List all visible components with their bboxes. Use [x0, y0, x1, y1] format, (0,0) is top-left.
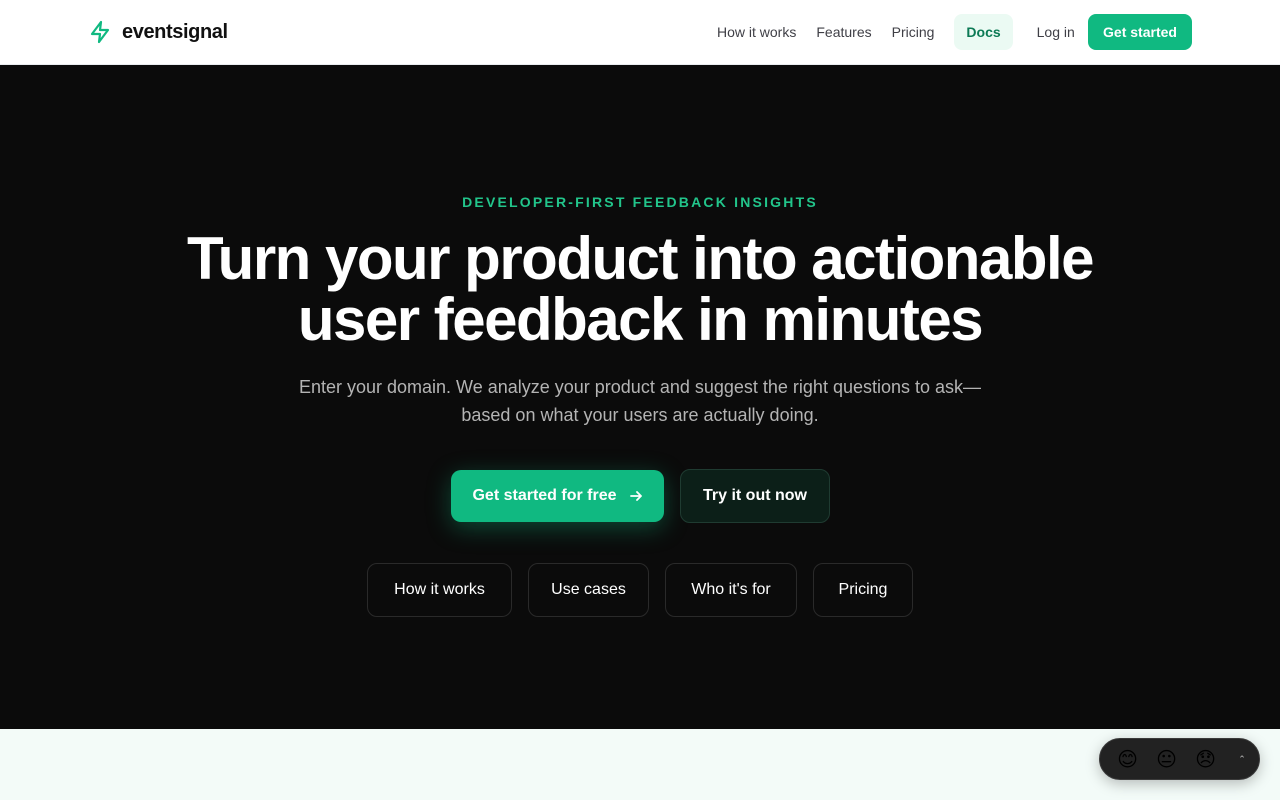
- hero-eyebrow: DEVELOPER-FIRST FEEDBACK INSIGHTS: [462, 194, 818, 210]
- try-it-out-button[interactable]: Try it out now: [680, 469, 830, 523]
- brand-logo[interactable]: eventsignal: [88, 18, 228, 46]
- get-started-free-label: Get started for free: [472, 487, 617, 504]
- hero-title: Turn your product into actionable user f…: [186, 225, 1095, 353]
- chevron-up-icon[interactable]: ⌃: [1235, 752, 1249, 766]
- pill-who-its-for[interactable]: Who it's for: [665, 563, 797, 617]
- pill-use-cases[interactable]: Use cases: [528, 563, 649, 617]
- happy-face-icon[interactable]: 😊: [1114, 746, 1141, 773]
- hero-section-links: How it works Use cases Who it's for Pric…: [0, 563, 1280, 617]
- brand-name: eventsignal: [122, 20, 228, 43]
- pill-pricing[interactable]: Pricing: [813, 563, 913, 617]
- hero-cta-row: Get started for free Try it out now: [0, 469, 1280, 523]
- hero-subtitle: Enter your domain. We analyze your produ…: [298, 377, 982, 425]
- get-started-free-button[interactable]: Get started for free: [451, 470, 664, 522]
- top-nav: eventsignal How it works Features Pricin…: [0, 0, 1280, 65]
- neutral-face-icon[interactable]: 😐: [1153, 746, 1180, 773]
- get-started-button[interactable]: Get started: [1088, 14, 1192, 50]
- bolt-icon: [88, 20, 112, 44]
- nav-link-how-it-works[interactable]: How it works: [707, 14, 806, 50]
- arrow-right-icon: [629, 489, 643, 503]
- pill-how-it-works[interactable]: How it works: [367, 563, 512, 617]
- hero-section: DEVELOPER-FIRST FEEDBACK INSIGHTS Turn y…: [0, 65, 1280, 729]
- sad-face-icon[interactable]: 😞: [1192, 746, 1219, 773]
- nav-link-features[interactable]: Features: [806, 14, 881, 50]
- next-section: [0, 729, 1280, 800]
- nav-links: How it works Features Pricing Docs Log i…: [707, 14, 1087, 50]
- nav-link-pricing[interactable]: Pricing: [882, 14, 945, 50]
- nav-link-docs[interactable]: Docs: [954, 14, 1013, 50]
- feedback-widget: 😊 😐 😞 ⌃: [1099, 738, 1260, 780]
- login-link[interactable]: Log in: [1027, 14, 1087, 50]
